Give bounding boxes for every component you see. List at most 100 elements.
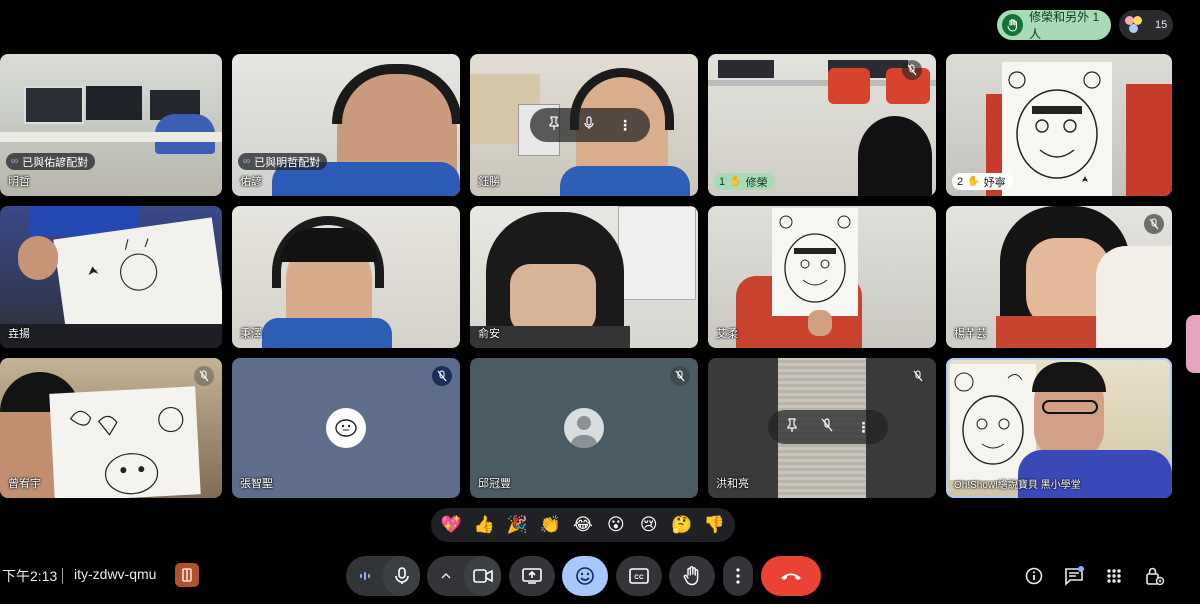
more-options-icon[interactable]: ⋮ [856, 419, 870, 436]
participant-avatars [1123, 14, 1149, 36]
reaction-clap[interactable]: 👏 [535, 515, 565, 535]
headphones [332, 64, 460, 124]
video-tile-4[interactable]: 1 ✋ 修榮 [708, 54, 936, 196]
video-tile-12[interactable]: 張智聖 [232, 358, 460, 498]
participant-count: 15 [1155, 19, 1168, 31]
video-tile-14[interactable]: ⋮ 洪和亮 [708, 358, 936, 498]
participant-name: 佑諺 [240, 176, 262, 188]
participant-name: 垚揚 [8, 328, 30, 340]
video-tile-7[interactable]: 秉澤 [232, 206, 460, 348]
hand-order: 2 [957, 175, 964, 188]
raise-hand-button[interactable] [669, 556, 715, 596]
host-controls-icon[interactable] [175, 563, 199, 587]
reaction-laugh[interactable]: 😂 [568, 515, 598, 535]
captions-button[interactable]: CC [616, 556, 662, 596]
participant-name: 明哲 [8, 176, 30, 188]
participant-name: 俞安 [478, 328, 500, 340]
activities-icon[interactable] [1101, 563, 1127, 589]
pair-chip: ∞ 已與佑諺配對 [6, 153, 96, 170]
audio-level-icon [346, 556, 383, 596]
student-head [858, 116, 932, 196]
reaction-sad[interactable]: 😢 [634, 515, 664, 535]
participant-name: 修榮 [745, 176, 768, 189]
monitor [86, 86, 142, 120]
desk [0, 132, 222, 142]
drawing-paper [49, 386, 201, 498]
side-panel-tab[interactable] [1186, 315, 1200, 373]
host-hair [1032, 362, 1106, 392]
raised-hands-chip[interactable]: 修榮和另外 1 人 [997, 10, 1111, 41]
chat-icon[interactable] [1061, 563, 1087, 589]
drawing-paper [1002, 62, 1112, 196]
participant-name: 鈺勝 [478, 176, 500, 188]
student-figure [828, 68, 870, 104]
drawing-paper [772, 208, 858, 316]
meeting-code: ity-zdwv-qmu [74, 566, 157, 582]
video-tile-11[interactable]: 曾宥宇 [0, 358, 222, 498]
link-icon: ∞ [243, 156, 251, 167]
mic-off-icon[interactable] [821, 417, 833, 437]
tile-controls-overlay: ⋮ [530, 108, 650, 142]
uniform [262, 318, 392, 348]
video-tile-9[interactable]: 艾柔 [708, 206, 936, 348]
link-icon: ∞ [11, 156, 19, 167]
video-tile-6[interactable]: 垚揚 [0, 206, 222, 348]
mic-control-group [346, 556, 420, 596]
meeting-details-icon[interactable] [1021, 563, 1047, 589]
svg-text:CC: CC [634, 574, 644, 581]
keyboard [0, 324, 222, 348]
camera-button[interactable] [464, 556, 501, 596]
participant-name: 艾柔 [716, 328, 738, 340]
uniform [560, 166, 690, 196]
uniform [996, 316, 1096, 348]
video-tile-2[interactable]: ∞ 已與明哲配對 佑諺 [232, 54, 460, 196]
scarf [1096, 246, 1172, 348]
mic-off-icon [194, 366, 214, 386]
monitor [718, 60, 774, 78]
reactions-bar: 💖 👍 🎉 👏 😂 😮 😢 🤔 👎 [431, 508, 735, 542]
video-tile-1[interactable]: ∞ 已與佑諺配對 明哲 [0, 54, 222, 196]
video-tile-3[interactable]: ⋮ 鈺勝 [470, 54, 698, 196]
pair-chip: ∞ 已與明哲配對 [238, 153, 328, 170]
glasses [1042, 400, 1098, 414]
participant-name: 邱冠豐 [478, 478, 511, 490]
participant-name: 曾宥宇 [8, 478, 41, 490]
reaction-thumbs-down[interactable]: 👎 [699, 515, 729, 535]
raised-hands-label: 修榮和另外 1 人 [1029, 10, 1100, 41]
mic-off-icon [902, 60, 922, 80]
hand-icon: ✋ [729, 176, 742, 187]
end-call-button[interactable] [761, 556, 821, 596]
raised-hand-chip: 1 ✋ 修榮 [714, 173, 775, 190]
emoji-reaction-button[interactable] [562, 556, 608, 596]
mic-off-icon [908, 366, 928, 386]
video-tile-10[interactable]: 楊芊芸 [946, 206, 1172, 348]
mic-icon[interactable] [584, 115, 594, 135]
host-controls-lock-icon[interactable] [1142, 563, 1168, 589]
participant-name: 張智聖 [240, 478, 273, 490]
chevron-up-icon[interactable] [427, 556, 464, 596]
video-tile-5[interactable]: 2 ✋ 妤寧 [946, 54, 1172, 196]
participants-button[interactable]: 15 [1119, 10, 1173, 40]
video-tile-8[interactable]: 俞安 [470, 206, 698, 348]
avatar [326, 408, 366, 448]
video-tile-15[interactable]: Oh!Show!繪說寶貝 黑小學堂 [946, 358, 1172, 498]
more-options-icon[interactable]: ⋮ [618, 117, 632, 134]
present-button[interactable] [509, 556, 555, 596]
pin-icon[interactable] [548, 115, 560, 135]
hand-icon: ✋ [967, 176, 980, 187]
more-options-button[interactable] [723, 556, 753, 596]
camera-control-group [427, 556, 501, 596]
participant-name: 楊芊芸 [954, 328, 987, 340]
participant-name: 洪和亮 [716, 478, 749, 490]
pin-icon[interactable] [786, 417, 798, 437]
participant-name: 妤寧 [983, 176, 1006, 189]
student-face [510, 264, 596, 334]
reaction-heart[interactable]: 💖 [436, 515, 466, 535]
reaction-surprised[interactable]: 😮 [601, 515, 631, 535]
microphone-button[interactable] [383, 556, 420, 596]
reaction-thumbs-up[interactable]: 👍 [469, 515, 499, 535]
mic-off-icon [1144, 214, 1164, 234]
reaction-thinking[interactable]: 🤔 [667, 515, 697, 535]
reaction-party[interactable]: 🎉 [502, 515, 532, 535]
video-tile-13[interactable]: 邱冠豐 [470, 358, 698, 498]
